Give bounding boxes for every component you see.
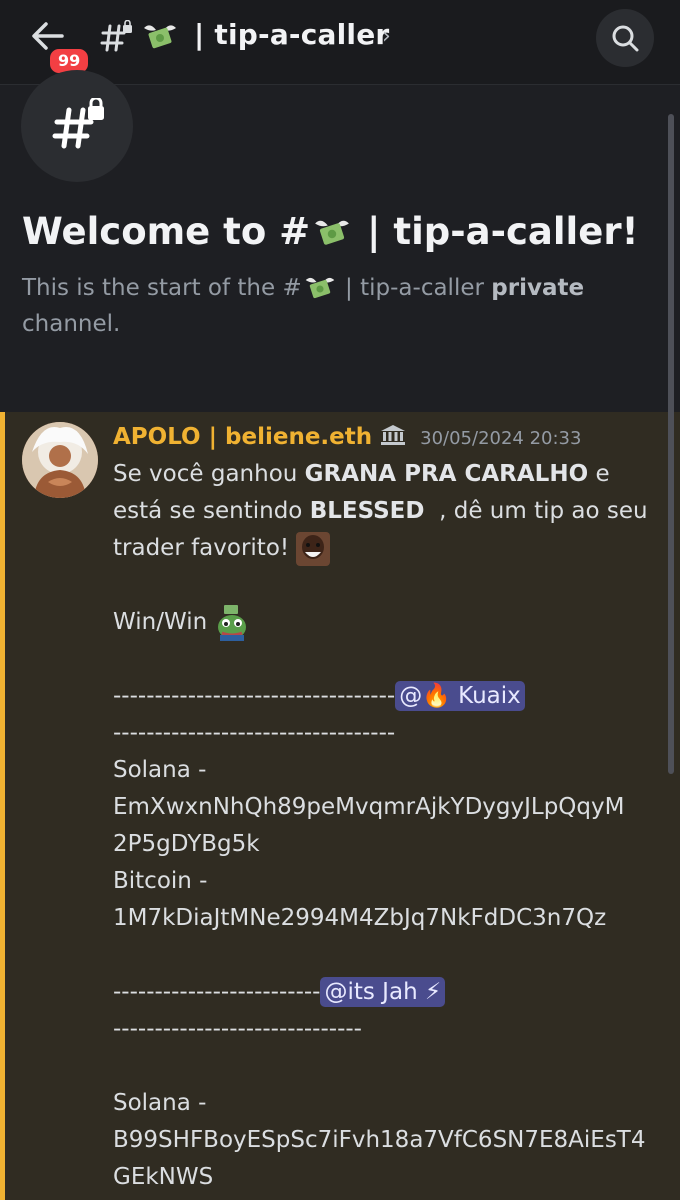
welcome-title: Welcome to # | tip-a-caller!	[22, 210, 639, 253]
welcome-subtitle: This is the start of the # | tip-a-calle…	[22, 270, 642, 342]
highlighted-message[interactable]: APOLO | beliene.eth 30/05/2024 20:33 Se v…	[0, 412, 680, 1200]
private-hash-icon	[52, 98, 104, 149]
author-name[interactable]: APOLO | beliene.eth	[113, 424, 372, 450]
money-with-wings-emoji	[144, 25, 176, 49]
message-content: Se você ganhou GRANA PRA CARALHO e está …	[113, 461, 648, 1190]
money-with-wings-emoji	[305, 277, 334, 298]
user-mention-its-jah[interactable]: @its Jah ⚡	[320, 977, 446, 1007]
avatar[interactable]	[22, 422, 98, 498]
laughing-face-emoji	[296, 531, 331, 566]
bank-building-icon	[381, 425, 406, 445]
channel-header: 99 | tip-a-caller ›	[0, 0, 680, 85]
message-timestamp: 30/05/2024 20:33	[420, 428, 582, 449]
scrollbar[interactable]	[668, 114, 674, 774]
pepe-money-emoji	[218, 604, 247, 641]
private-hash-icon	[100, 20, 132, 52]
search-icon	[612, 25, 639, 52]
channel-title[interactable]: | tip-a-caller	[194, 18, 389, 51]
channel-icon	[21, 70, 133, 182]
money-with-wings-emoji	[315, 220, 350, 245]
search-button[interactable]	[596, 9, 654, 67]
chevron-right-icon[interactable]: ›	[382, 24, 391, 49]
message-header: APOLO | beliene.eth 30/05/2024 20:33	[113, 424, 581, 450]
user-mention-kuaix[interactable]: @🔥 Kuaix	[395, 681, 525, 711]
